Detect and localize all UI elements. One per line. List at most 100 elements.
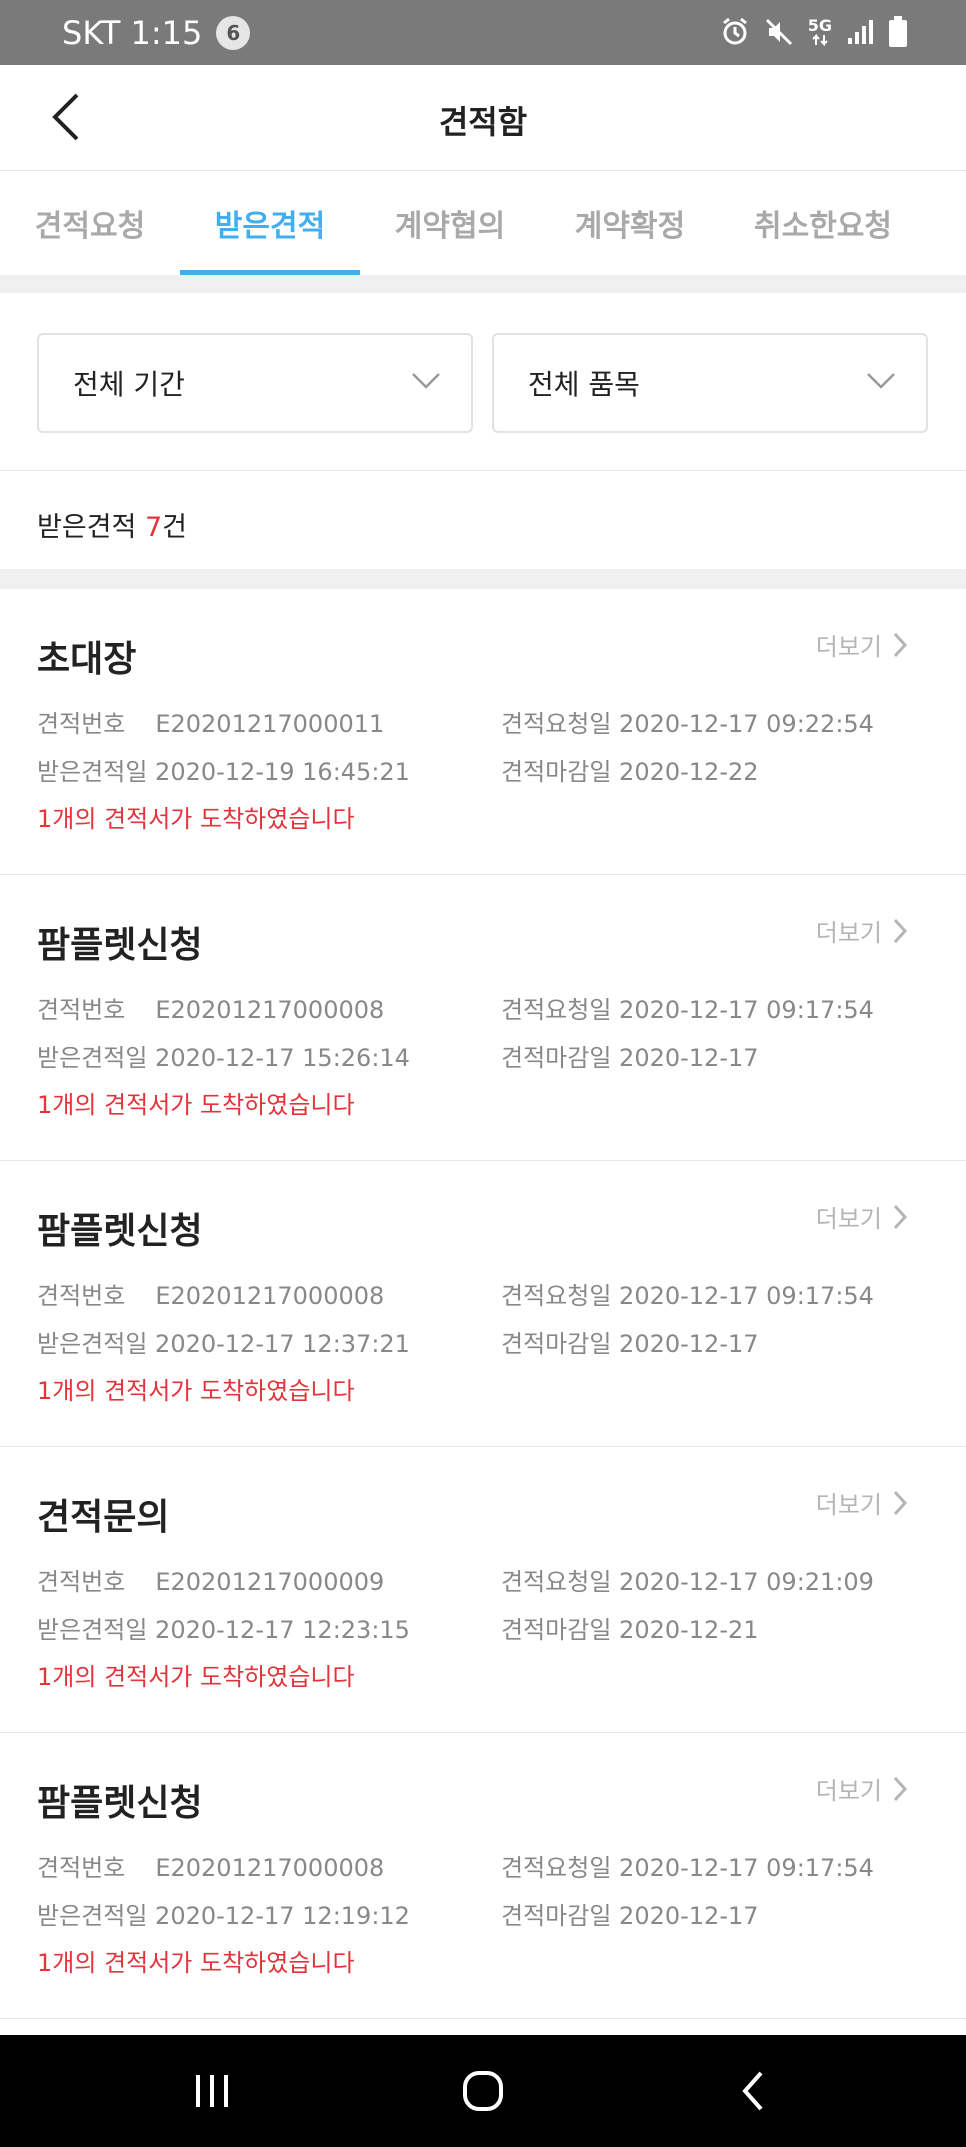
received-date-label: 받은견적일 (37, 758, 148, 786)
deadline-row: 견적마감일 2020-12-22 (501, 752, 759, 787)
result-count: 받은견적 7건 (37, 505, 187, 544)
category-dropdown[interactable]: 전체 품목 (492, 333, 928, 433)
result-count-row: 받은견적 7건 (0, 471, 966, 569)
request-date-label: 견적요청일 (501, 1854, 612, 1882)
home-button[interactable] (443, 2065, 523, 2117)
network-label: 5G (807, 16, 832, 35)
quote-no-label: 견적번호 (37, 710, 126, 738)
system-back-button[interactable] (713, 2065, 793, 2117)
deadline-value: 2020-12-22 (619, 758, 759, 786)
tab-received-quotes[interactable]: 받은견적 (180, 171, 360, 275)
request-date-row: 견적요청일 2020-12-17 09:21:09 (501, 1562, 874, 1597)
quote-no-value: E20201217000011 (155, 710, 385, 738)
quote-no-label: 견적번호 (37, 996, 126, 1024)
request-date-label: 견적요청일 (501, 1568, 612, 1596)
alarm-icon (722, 17, 747, 45)
quote-card[interactable]: 팜플렛신청 더보기 견적번호 E20201217000008 견적요청일 2020… (0, 875, 966, 1161)
received-date-label: 받은견적일 (37, 1902, 148, 1930)
deadline-label: 견적마감일 (501, 1902, 612, 1930)
request-date-value: 2020-12-17 09:21:09 (619, 1568, 874, 1596)
quote-no-row: 견적번호 E20201217000008 (37, 990, 384, 1025)
tab-contract-negotiation[interactable]: 계약협의 (360, 171, 540, 275)
request-date-value: 2020-12-17 09:17:54 (619, 1282, 874, 1310)
notification-count-badge: 6 (216, 16, 251, 50)
quote-no-row: 견적번호 E20201217000008 (37, 1276, 384, 1311)
arrival-message: 1개의 견적서가 도착하였습니다 (37, 1663, 355, 1691)
received-date-value: 2020-12-17 15:26:14 (155, 1044, 410, 1072)
received-date-row: 받은견적일 2020-12-17 15:26:14 (37, 1038, 410, 1073)
request-date-row: 견적요청일 2020-12-17 09:17:54 (501, 990, 874, 1025)
arrival-message: 1개의 견적서가 도착하였습니다 (37, 1949, 355, 1977)
list-divider (0, 569, 966, 589)
more-link[interactable]: 더보기 (816, 1485, 908, 1520)
period-value: 전체 기간 (73, 368, 185, 401)
filter-section: 전체 기간 전체 품목 (0, 293, 966, 471)
received-date-row: 받은견적일 2020-12-17 12:23:15 (37, 1610, 410, 1645)
chevron-down-icon (412, 373, 440, 389)
chevron-right-icon (893, 1490, 908, 1515)
status-icons: 5G (720, 16, 908, 48)
quote-card[interactable]: 초대장 더보기 견적번호 E20201217000011 견적요청일 2020-1… (0, 589, 966, 875)
system-nav-bar (0, 2035, 966, 2147)
arrival-message: 1개의 견적서가 도착하였습니다 (37, 1091, 355, 1119)
quote-no-label: 견적번호 (37, 1282, 126, 1310)
chevron-right-icon (893, 1204, 908, 1229)
received-date-value: 2020-12-17 12:19:12 (155, 1902, 410, 1930)
chevron-down-icon (867, 373, 895, 389)
deadline-row: 견적마감일 2020-12-21 (501, 1610, 759, 1645)
deadline-label: 견적마감일 (501, 1044, 612, 1072)
quote-title: 견적문의 (37, 1497, 170, 1538)
home-icon (463, 2071, 503, 2111)
tab-bar: 견적요청 받은견적 계약협의 계약확정 취소한요청 (0, 171, 966, 275)
tab-contract-confirmed[interactable]: 계약확정 (540, 171, 720, 275)
more-label: 더보기 (815, 919, 882, 947)
quote-card[interactable]: 팜플렛신청 더보기 견적번호 E20201217000008 견적요청일 2020… (0, 1161, 966, 1447)
data-arrows-icon (812, 34, 828, 46)
deadline-row: 견적마감일 2020-12-17 (501, 1324, 759, 1359)
battery-icon (889, 16, 907, 47)
more-link[interactable]: 더보기 (816, 1199, 908, 1234)
more-label: 더보기 (815, 1205, 882, 1233)
request-date-label: 견적요청일 (501, 996, 612, 1024)
more-link[interactable]: 더보기 (816, 1771, 908, 1806)
received-date-label: 받은견적일 (37, 1330, 148, 1358)
request-date-label: 견적요청일 (501, 710, 612, 738)
status-left: SKT 1:15 6 (62, 14, 251, 52)
deadline-row: 견적마감일 2020-12-17 (501, 1896, 759, 1931)
tab-quote-request[interactable]: 견적요청 (0, 171, 180, 275)
more-link[interactable]: 더보기 (816, 627, 908, 662)
chevron-right-icon (893, 918, 908, 943)
quote-no-value: E20201217000008 (155, 1282, 385, 1310)
tab-cancelled-requests[interactable]: 취소한요청 (720, 171, 926, 275)
count-prefix: 받은견적 (37, 512, 145, 543)
request-date-label: 견적요청일 (501, 1282, 612, 1310)
deadline-label: 견적마감일 (501, 758, 612, 786)
period-dropdown[interactable]: 전체 기간 (37, 333, 473, 433)
quote-title: 팜플렛신청 (37, 925, 203, 966)
quote-title: 팜플렛신청 (37, 1783, 203, 1824)
deadline-value: 2020-12-17 (619, 1902, 759, 1930)
page-title: 견적함 (438, 103, 528, 141)
received-date-label: 받은견적일 (37, 1044, 148, 1072)
request-date-value: 2020-12-17 09:17:54 (619, 996, 874, 1024)
request-date-row: 견적요청일 2020-12-17 09:22:54 (501, 704, 874, 739)
deadline-label: 견적마감일 (501, 1616, 612, 1644)
more-label: 더보기 (815, 633, 882, 661)
quote-card[interactable]: 팜플렛신청 더보기 견적번호 E20201217000008 견적요청일 2020… (0, 1733, 966, 2019)
quote-card[interactable]: 견적문의 더보기 견적번호 E20201217000009 견적요청일 2020-… (0, 1447, 966, 1733)
deadline-value: 2020-12-21 (619, 1616, 759, 1644)
category-value: 전체 품목 (528, 368, 640, 401)
received-date-row: 받은견적일 2020-12-17 12:19:12 (37, 1896, 410, 1931)
more-link[interactable]: 더보기 (816, 913, 908, 948)
deadline-value: 2020-12-17 (619, 1330, 759, 1358)
request-date-row: 견적요청일 2020-12-17 09:17:54 (501, 1276, 874, 1311)
request-date-value: 2020-12-17 09:17:54 (619, 1854, 874, 1882)
mute-icon (765, 18, 792, 46)
quote-no-label: 견적번호 (37, 1568, 126, 1596)
deadline-value: 2020-12-17 (619, 1044, 759, 1072)
received-date-value: 2020-12-17 12:37:21 (155, 1330, 410, 1358)
back-icon (742, 2071, 763, 2111)
quote-no-label: 견적번호 (37, 1854, 126, 1882)
recent-apps-button[interactable] (172, 2065, 252, 2117)
deadline-label: 견적마감일 (501, 1330, 612, 1358)
